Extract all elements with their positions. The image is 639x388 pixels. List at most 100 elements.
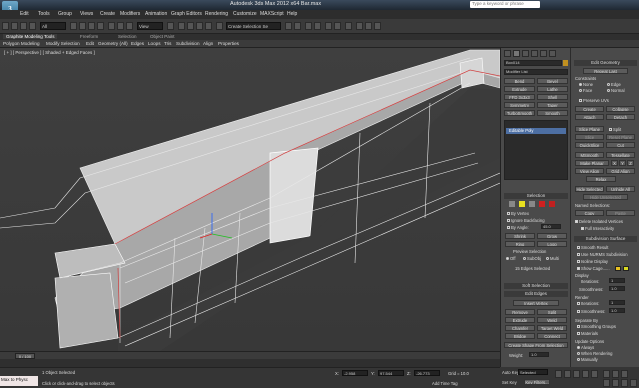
panel-loops[interactable]: Loops bbox=[148, 41, 161, 46]
graphite-toggle-icon[interactable] bbox=[314, 22, 321, 30]
panel-tris[interactable]: Tris bbox=[164, 41, 171, 46]
extrude-button[interactable]: Extrude bbox=[505, 317, 535, 323]
edit-named-selection-icon[interactable] bbox=[216, 22, 223, 30]
panel-align[interactable]: Align bbox=[203, 41, 213, 46]
create-shape-button[interactable]: Create Shape From Selection bbox=[504, 342, 568, 348]
shrink-button[interactable]: Shrink bbox=[505, 233, 535, 239]
viewport-label[interactable]: [ + ] [ Perspective ] [ Shaded + Edged F… bbox=[4, 50, 95, 55]
rotate-icon[interactable] bbox=[117, 22, 124, 30]
smooth-result-checkbox[interactable]: Smooth Result bbox=[577, 245, 608, 250]
constraint-edge-radio[interactable]: Edge bbox=[607, 82, 621, 87]
create-button[interactable]: Create bbox=[575, 106, 604, 112]
panel-edit[interactable]: Edit bbox=[86, 41, 94, 46]
menu-animation[interactable]: Animation bbox=[145, 11, 167, 17]
panel-modify-selection[interactable]: Modify Selection bbox=[46, 41, 80, 46]
paste-button[interactable]: Paste bbox=[606, 210, 635, 216]
delete-isolated-checkbox[interactable]: Delete Isolated Vertices bbox=[575, 219, 623, 224]
unlink-icon[interactable] bbox=[29, 22, 36, 30]
time-slider[interactable]: 0 / 100 bbox=[0, 351, 500, 359]
pan-icon[interactable] bbox=[612, 379, 619, 387]
modifier-shell-button[interactable]: Shell bbox=[537, 94, 568, 100]
menu-modifiers[interactable]: Modifiers bbox=[120, 11, 140, 17]
use-nurms-checkbox[interactable]: Use NURMS Subdivision bbox=[577, 252, 628, 257]
selection-rollout-header[interactable]: Selection bbox=[504, 193, 568, 199]
undo-icon[interactable] bbox=[2, 22, 9, 30]
tab-graphite-modeling-tools[interactable]: Graphite Modeling Tools bbox=[3, 34, 58, 39]
zoom-extents-icon[interactable] bbox=[621, 370, 628, 378]
modifier-symmetry-button[interactable]: Symmetry bbox=[504, 102, 535, 108]
redo-icon[interactable] bbox=[11, 22, 18, 30]
edge-mode-icon[interactable] bbox=[519, 201, 525, 207]
key-mode-dropdown[interactable]: Selected bbox=[518, 369, 548, 375]
reference-coordinate-dropdown[interactable]: View bbox=[137, 22, 163, 30]
menu-tools[interactable]: Tools bbox=[38, 11, 50, 17]
quickslice-button[interactable]: QuickSlice bbox=[575, 142, 604, 148]
modifier-bevel-button[interactable]: Bevel bbox=[537, 78, 568, 84]
constraint-none-radio[interactable]: None bbox=[579, 82, 593, 87]
update-manually-radio[interactable]: Manually bbox=[577, 357, 598, 362]
menu-rendering[interactable]: Rendering bbox=[205, 11, 228, 17]
attach-button[interactable]: Attach bbox=[575, 114, 604, 120]
stack-item-editable-poly[interactable]: Editable Poly bbox=[506, 128, 566, 134]
modify-tab-icon[interactable] bbox=[513, 50, 520, 57]
modifier-taper-button[interactable]: Taper bbox=[537, 102, 568, 108]
constraint-face-radio[interactable]: Face bbox=[579, 88, 592, 93]
align-icon[interactable] bbox=[294, 22, 301, 30]
modifier-bend-button[interactable]: Bend bbox=[504, 78, 535, 84]
update-when-rendering-radio[interactable]: When Rendering bbox=[577, 351, 612, 356]
schematic-view-icon[interactable] bbox=[334, 22, 341, 30]
render-icon[interactable] bbox=[374, 22, 381, 30]
menu-maxscript[interactable]: MAXScript bbox=[260, 11, 284, 17]
tab-selection[interactable]: Selection bbox=[118, 34, 137, 39]
menu-graph-editors[interactable]: Graph Editors bbox=[171, 11, 202, 17]
subdivision-surface-rollout[interactable]: Subdivision Surface bbox=[574, 236, 637, 242]
unhide-all-button[interactable]: Unhide All bbox=[606, 186, 635, 192]
create-tab-icon[interactable] bbox=[504, 50, 511, 57]
material-editor-icon[interactable] bbox=[345, 22, 352, 30]
constraint-normal-radio[interactable]: Normal bbox=[607, 88, 625, 93]
target-weld-button[interactable]: Target Weld bbox=[537, 325, 567, 331]
smoothing-groups-checkbox[interactable]: Smoothing Groups bbox=[577, 324, 616, 329]
track-bar[interactable] bbox=[0, 359, 500, 367]
preview-multi-radio[interactable]: Multi bbox=[546, 256, 559, 261]
rendered-frame-icon[interactable] bbox=[365, 22, 372, 30]
curve-editor-icon[interactable] bbox=[325, 22, 332, 30]
add-time-tag-button[interactable]: Add Time Tag bbox=[432, 381, 458, 386]
reset-plane-button[interactable]: Reset Plane bbox=[606, 134, 635, 140]
modifier-list-dropdown[interactable]: Modifier List bbox=[504, 69, 568, 75]
selection-filter-dropdown[interactable]: All bbox=[40, 22, 66, 30]
link-icon[interactable] bbox=[20, 22, 27, 30]
split-checkbox[interactable]: Split bbox=[609, 127, 621, 132]
window-crossing-icon[interactable] bbox=[97, 22, 104, 30]
menu-views[interactable]: Views bbox=[80, 11, 93, 17]
select-by-name-icon[interactable] bbox=[79, 22, 86, 30]
polygon-mode-icon[interactable] bbox=[539, 201, 545, 207]
planar-x-button[interactable]: X bbox=[611, 160, 618, 166]
hierarchy-tab-icon[interactable] bbox=[522, 50, 529, 57]
modifier-turbosmooth-button[interactable]: TurboSmooth bbox=[504, 110, 535, 116]
relax-button[interactable]: Relax bbox=[586, 176, 616, 182]
isoline-display-checkbox[interactable]: Isoline Display bbox=[577, 259, 608, 264]
loop-button[interactable]: Loop bbox=[537, 241, 567, 247]
border-mode-icon[interactable] bbox=[529, 201, 535, 207]
object-name-field[interactable]: Box014 bbox=[504, 60, 562, 66]
render-smoothness-spinner[interactable]: 1.0 bbox=[609, 308, 625, 313]
key-filters-button[interactable]: Key Filters... bbox=[524, 379, 550, 385]
menu-create[interactable]: Create bbox=[100, 11, 115, 17]
cage-color-swatch-1[interactable] bbox=[615, 266, 621, 271]
show-cage-checkbox[interactable]: Show Cage...... bbox=[577, 266, 610, 271]
menu-customize[interactable]: Customize bbox=[233, 11, 257, 17]
weight-spinner[interactable]: 1.0 bbox=[529, 352, 549, 357]
full-interactivity-checkbox[interactable]: Full Interactivity bbox=[581, 226, 614, 231]
modifier-extrude-button[interactable]: Extrude bbox=[504, 86, 535, 92]
copy-button[interactable]: Copy bbox=[575, 210, 604, 216]
render-smoothness-checkbox[interactable]: Smoothness: bbox=[577, 309, 605, 314]
smoothness-spinner[interactable]: 1.0 bbox=[609, 286, 625, 291]
element-mode-icon[interactable] bbox=[549, 201, 555, 207]
tab-freeform[interactable]: Freeform bbox=[80, 34, 98, 39]
render-iterations-spinner[interactable]: 1 bbox=[609, 300, 625, 305]
fov-icon[interactable] bbox=[603, 379, 610, 387]
by-angle-checkbox[interactable]: By Angle: bbox=[507, 225, 529, 230]
menu-edit[interactable]: Edit bbox=[20, 11, 29, 17]
pivot-icon[interactable] bbox=[167, 22, 174, 30]
